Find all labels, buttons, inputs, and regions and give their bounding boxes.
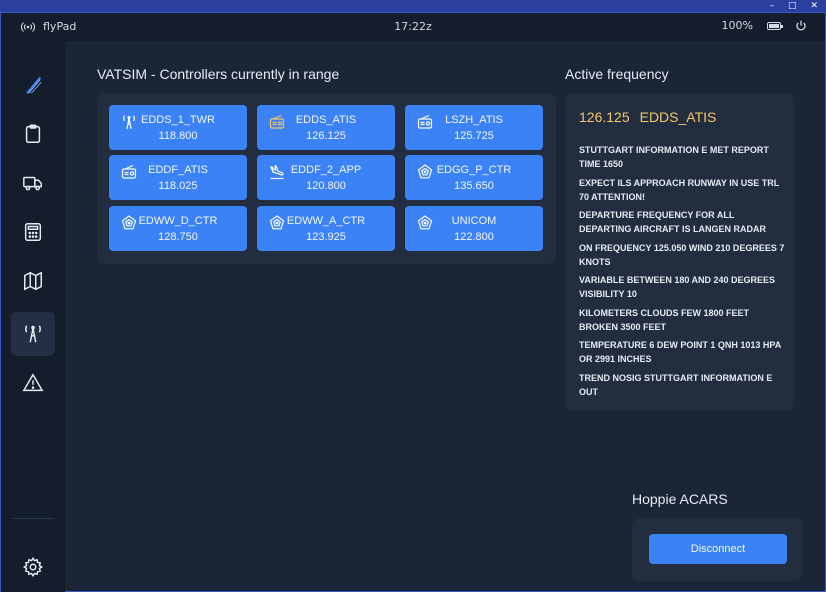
atis-line: ON FREQUENCY 125.050 WIND 210 DEGREES 7 …	[579, 242, 785, 267]
flybywire-logo-icon[interactable]	[11, 63, 55, 107]
window-titlebar: – □ ✕	[0, 0, 826, 12]
truck-icon	[22, 172, 44, 194]
controller-button[interactable]: UNICOM 122.800	[405, 206, 543, 251]
clock: 17:22z	[394, 20, 432, 33]
close-window-button[interactable]: ✕	[810, 1, 818, 11]
controller-button[interactable]: EDDS_1_TWR 118.800	[109, 105, 247, 150]
controller-callsign: EDDF_2_APP	[290, 164, 362, 176]
battery-fill	[769, 23, 779, 28]
controller-button[interactable]: EDWW_D_CTR 128.750	[109, 206, 247, 251]
atis-line: VARIABLE BETWEEN 180 AND 240 DEGREES VIS…	[579, 275, 776, 299]
controller-callsign: UNICOM	[451, 215, 497, 227]
controller-frequency: 135.650	[454, 180, 494, 192]
minimize-button[interactable]: –	[769, 1, 774, 11]
controller-button[interactable]: EDGG_P_CTR 135.650	[405, 155, 543, 200]
app-frame: flyPad 17:22z 100% VATSIM - Controllers …	[0, 12, 826, 592]
sidebar-item-settings[interactable]	[11, 545, 55, 589]
controller-callsign: EDDS_ATIS	[295, 114, 357, 126]
controller-frequency: 122.800	[454, 231, 494, 243]
controller-frequency: 128.750	[158, 231, 198, 243]
controller-button[interactable]: EDWW_A_CTR 123.925	[257, 206, 395, 251]
sidebar-divider	[13, 518, 53, 519]
controller-button[interactable]: EDDS_ATIS 126.125	[257, 105, 395, 150]
hoppie-heading: Hoppie ACARS	[632, 491, 728, 507]
disconnect-button[interactable]: Disconnect	[649, 534, 787, 564]
controller-frequency: 118.800	[158, 130, 198, 142]
maximize-button[interactable]: □	[788, 1, 797, 11]
sidebar-item-dispatch[interactable]	[11, 112, 55, 156]
atis-line: TEMPERATURE 6 DEW POINT 1 QNH 1013 HPA O…	[579, 340, 781, 364]
controller-frequency: 123.925	[306, 231, 346, 243]
controller-button[interactable]: EDDF_ATIS 118.025	[109, 155, 247, 200]
tower-icon	[22, 323, 44, 345]
battery-icon	[767, 21, 783, 30]
hoppie-panel: Disconnect	[632, 518, 803, 581]
controller-frequency: 125.725	[454, 130, 494, 142]
controller-callsign: LSZH_ATIS	[445, 114, 503, 126]
controller-callsign: EDWW_D_CTR	[138, 215, 218, 227]
active-frequency-heading: Active frequency	[565, 66, 669, 82]
controller-frequency: 120.800	[306, 180, 346, 192]
sidebar	[1, 41, 65, 592]
warning-icon	[22, 372, 44, 394]
controller-button[interactable]: LSZH_ATIS 125.725	[405, 105, 543, 150]
clipboard-icon	[22, 123, 44, 145]
atis-line: DEPARTURE FREQUENCY FOR ALL DEPARTING AI…	[579, 210, 766, 234]
atis-line: KILOMETERS CLOUDS FEW 1800 FEET BROKEN 3…	[579, 307, 750, 332]
atis-line: TREND NOSIG STUTTGART INFORMATION E OUT	[579, 372, 773, 397]
calculator-icon	[22, 221, 44, 243]
controller-button[interactable]: EDDF_2_APP 120.800	[257, 155, 395, 200]
sidebar-item-navigation[interactable]	[11, 259, 55, 303]
controller-callsign: EDWW_A_CTR	[286, 215, 366, 227]
map-icon	[22, 270, 44, 292]
active-frequency-value: 126.125	[579, 109, 630, 125]
controller-callsign: EDDS_1_TWR	[141, 114, 215, 126]
atis-line: STUTTGART INFORMATION E MET REPORT TIME …	[579, 145, 769, 169]
controller-frequency: 126.125	[306, 130, 346, 142]
status-bar: flyPad 17:22z 100%	[1, 13, 825, 41]
status-right: 100%	[722, 19, 807, 32]
atis-line: EXPECT ILS APPROACH RUNWAY IN USE TRL 70…	[579, 177, 780, 202]
gear-icon	[22, 556, 44, 578]
active-frequency-title: 126.125 EDDS_ATIS	[579, 109, 716, 125]
active-frequency-panel: 126.125 EDDS_ATIS STUTTGART INFORMATION …	[565, 93, 794, 411]
atis-text: STUTTGART INFORMATION E MET REPORT TIME …	[579, 143, 785, 403]
sidebar-item-atc[interactable]	[11, 312, 55, 356]
sidebar-item-failures[interactable]	[11, 361, 55, 405]
controllers-panel: EDDS_1_TWR 118.800 EDDS_ATIS 126.125 LSZH_AT…	[97, 93, 556, 264]
controller-callsign: EDGG_P_CTR	[436, 164, 512, 176]
active-frequency-callsign: EDDS_ATIS	[639, 109, 717, 125]
controller-callsign: EDDF_ATIS	[148, 164, 208, 176]
sidebar-item-performance[interactable]	[11, 210, 55, 254]
vatsim-heading: VATSIM - Controllers currently in range	[97, 66, 340, 82]
battery-percent: 100%	[721, 19, 753, 32]
power-icon[interactable]	[795, 20, 807, 32]
controller-frequency: 118.025	[158, 180, 198, 192]
sidebar-item-ground[interactable]	[11, 161, 55, 205]
